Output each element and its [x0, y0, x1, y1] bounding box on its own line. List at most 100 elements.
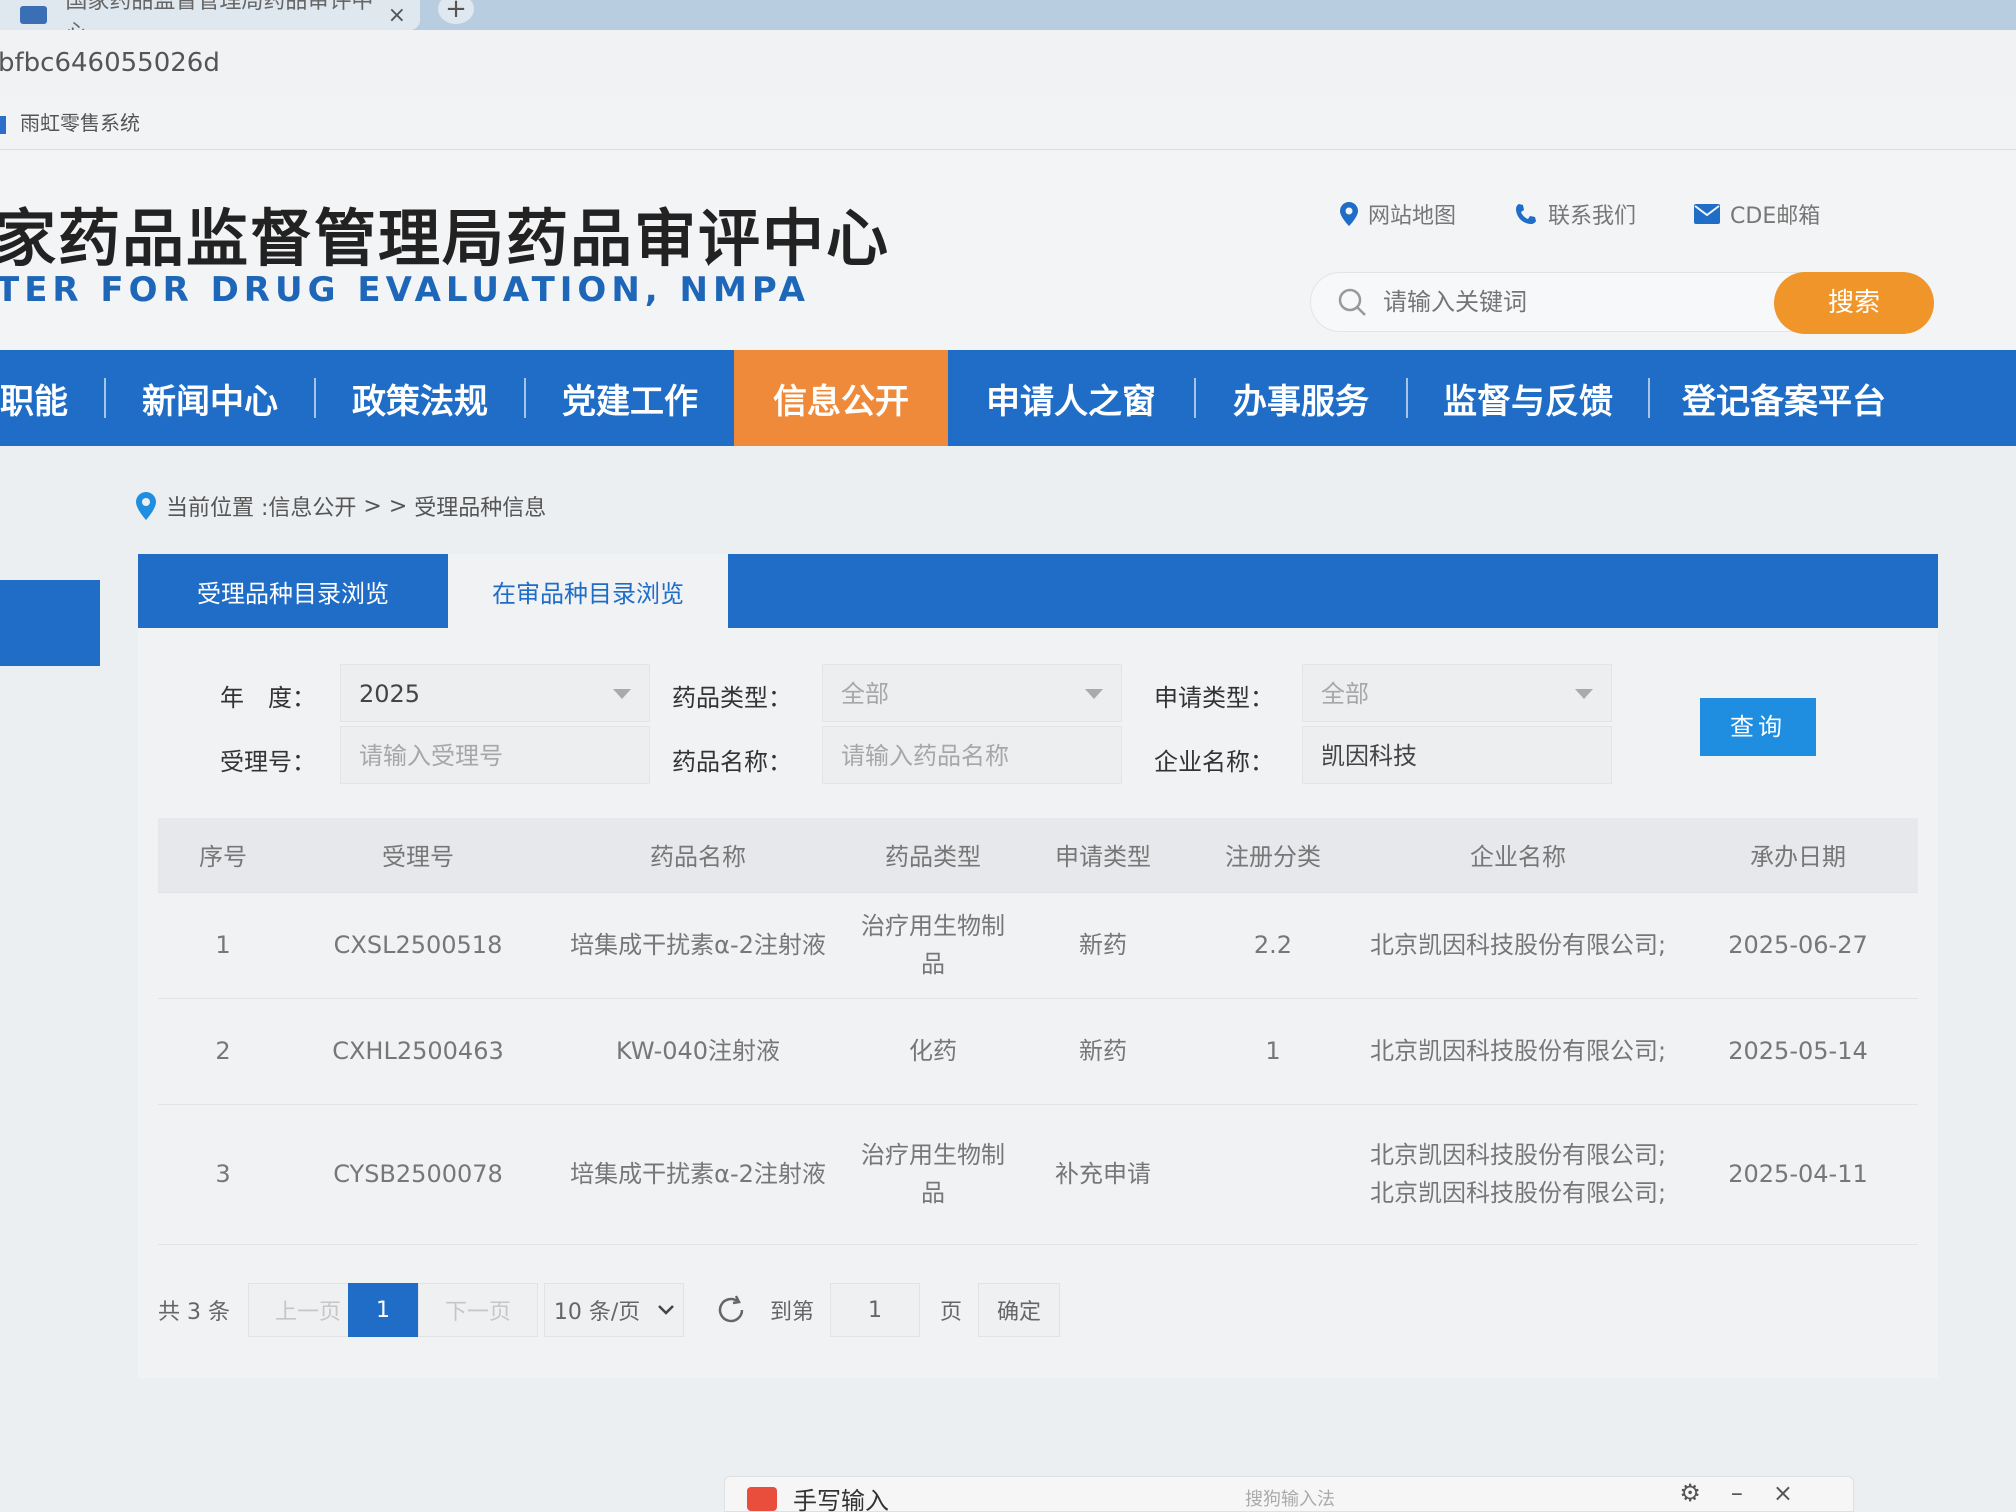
cell-company: 北京凯因科技股份有限公司;北京凯因科技股份有限公司;	[1358, 1103, 1678, 1244]
cell-reg-class: 2.2	[1188, 891, 1358, 998]
new-tab-button[interactable]: +	[438, 0, 474, 24]
breadcrumb: 当前位置 : 信息公开 > > 受理品种信息	[136, 490, 546, 522]
year-value: 2025	[359, 680, 421, 708]
site-header: 家药品监督管理局药品审评中心 TER FOR DRUG EVALUATION, …	[0, 150, 2016, 350]
nav-item-applicant[interactable]: 申请人之窗	[948, 350, 1194, 446]
bookmark-icon	[0, 115, 6, 134]
drug-name-label: 药品名称：	[672, 748, 792, 776]
cell-reg-class: 1	[1188, 997, 1358, 1104]
tab-under-review-catalog[interactable]: 在审品种目录浏览	[448, 554, 728, 628]
cell-accept-no: CXSL2500518	[288, 891, 548, 998]
column-header-apply-type: 申请类型	[1018, 818, 1188, 892]
chevron-down-icon	[613, 689, 631, 699]
browser-tab-bar: 国家药品监督管理局药品审评中心 × +	[0, 0, 2016, 46]
nav-item-feedback[interactable]: 监督与反馈	[1408, 350, 1648, 446]
cell-index: 1	[158, 891, 288, 998]
company-input[interactable]: 凯因科技	[1302, 726, 1612, 784]
goto-page-input[interactable]: 1	[830, 1283, 920, 1337]
drug-type-select[interactable]: 全部	[822, 664, 1122, 722]
favicon-icon	[20, 6, 48, 24]
content-panel: 受理品种目录浏览 在审品种目录浏览 年 度： 2025 药品类型： 全部 申请类…	[138, 554, 1938, 1378]
table-row[interactable]: 2 CXHL2500463 KW-040注射液 化药 新药 1 北京凯因科技股份…	[158, 997, 1918, 1104]
refresh-icon[interactable]	[714, 1293, 748, 1327]
cell-apply-type: 补充申请	[1018, 1103, 1188, 1244]
cell-apply-type: 新药	[1018, 997, 1188, 1104]
table-row[interactable]: 3 CYSB2500078 培集成干扰素α-2注射液 治疗用生物制品 补充申请 …	[158, 1103, 1918, 1244]
location-pin-icon	[136, 492, 156, 520]
total-count: 共 3 条	[158, 1300, 230, 1325]
cell-accept-no: CXHL2500463	[288, 997, 548, 1104]
mail-link[interactable]: CDE邮箱	[1694, 198, 1820, 230]
nav-item-info-disclosure[interactable]: 信息公开	[734, 350, 948, 446]
site-search-input[interactable]	[1383, 288, 1743, 316]
cell-drug-type: 治疗用生物制品	[848, 1103, 1018, 1244]
column-header-company: 企业名称	[1358, 818, 1678, 892]
confirm-goto-button[interactable]: 确定	[978, 1283, 1061, 1337]
browser-tab[interactable]: 国家药品监督管理局药品审评中心 ×	[0, 0, 420, 46]
bookmarks-bar: 雨虹零售系统	[0, 96, 2016, 150]
mail-icon	[1694, 204, 1721, 224]
nav-item-news[interactable]: 新闻中心	[106, 350, 314, 446]
query-button[interactable]: 查询	[1700, 698, 1816, 756]
nav-item-functions[interactable]: 职能	[0, 350, 104, 446]
pagination: 共 3 条 上一页 1 下一页 10 条/页 到第 1 页 确定	[158, 1282, 1061, 1338]
nav-item-registration[interactable]: 登记备案平台	[1650, 350, 1918, 446]
sidebar-tab[interactable]	[0, 580, 100, 666]
contact-link[interactable]: 联系我们	[1514, 198, 1636, 230]
address-text: bfbc646055026d	[0, 48, 220, 78]
year-select[interactable]: 2025	[340, 664, 650, 722]
page-unit-label: 页	[940, 1300, 963, 1325]
accept-no-input[interactable]: 请输入受理号	[340, 726, 650, 784]
nav-item-policy[interactable]: 政策法规	[316, 350, 524, 446]
phone-icon	[1516, 204, 1537, 224]
column-header-date: 承办日期	[1678, 818, 1918, 892]
mail-label: CDE邮箱	[1730, 204, 1821, 229]
apply-type-value: 全部	[1321, 680, 1369, 708]
tab-accepted-catalog[interactable]: 受理品种目录浏览	[138, 554, 448, 628]
breadcrumb-link[interactable]: 信息公开	[268, 490, 356, 522]
page-size-select[interactable]: 10 条/页	[543, 1283, 684, 1337]
top-links: 网站地图 联系我们 CDE邮箱	[1340, 198, 1878, 230]
cell-index: 2	[158, 997, 288, 1104]
ime-logo-icon	[747, 1487, 777, 1511]
apply-type-select[interactable]: 全部	[1302, 664, 1612, 722]
results-table: 序号 受理号 药品名称 药品类型 申请类型 注册分类 企业名称 承办日期 1 C…	[158, 818, 1918, 1245]
bookmark-item[interactable]: 雨虹零售系统	[20, 111, 140, 135]
search-icon	[1338, 288, 1366, 316]
table-row[interactable]: 1 CXSL2500518 培集成干扰素α-2注射液 治疗用生物制品 新药 2.…	[158, 891, 1918, 998]
cell-date: 2025-06-27	[1678, 891, 1918, 998]
cell-drug-name: 培集成干扰素α-2注射液	[548, 891, 848, 998]
nav-item-services[interactable]: 办事服务	[1196, 350, 1406, 446]
sitemap-link[interactable]: 网站地图	[1340, 198, 1456, 230]
page-size-value: 10 条/页	[553, 1300, 641, 1325]
table-header-row: 序号 受理号 药品名称 药品类型 申请类型 注册分类 企业名称 承办日期	[158, 818, 1918, 892]
year-label: 年 度：	[220, 684, 316, 712]
cell-drug-name: KW-040注射液	[548, 997, 848, 1104]
address-bar[interactable]: bfbc646055026d	[0, 30, 2016, 96]
column-header-reg-class: 注册分类	[1188, 818, 1358, 892]
cell-company: 北京凯因科技股份有限公司;	[1358, 891, 1678, 998]
tab-strip: 受理品种目录浏览 在审品种目录浏览	[138, 554, 1938, 628]
nav-item-party[interactable]: 党建工作	[526, 350, 734, 446]
search-button[interactable]: 搜索	[1774, 272, 1934, 334]
apply-type-label: 申请类型：	[1154, 684, 1274, 712]
chevron-down-icon	[658, 1305, 674, 1315]
ime-handwriting-bar[interactable]: 手写输入 搜狗输入法 ⚙–×	[724, 1476, 1854, 1512]
contact-label: 联系我们	[1548, 204, 1637, 229]
cell-index: 3	[158, 1103, 288, 1244]
column-header-drug-name: 药品名称	[548, 818, 848, 892]
location-pin-icon	[1340, 202, 1358, 226]
ime-window-controls[interactable]: ⚙–×	[1679, 1479, 1823, 1507]
cell-reg-class	[1188, 1103, 1358, 1244]
drug-name-input[interactable]: 请输入药品名称	[822, 726, 1122, 784]
site-title-en: TER FOR DRUG EVALUATION, NMPA	[0, 270, 810, 310]
main-nav: 职能 新闻中心 政策法规 党建工作 信息公开 申请人之窗 办事服务 监督与反馈 …	[0, 350, 2016, 446]
cell-date: 2025-05-14	[1678, 997, 1918, 1104]
column-header-index: 序号	[158, 818, 288, 892]
chevron-down-icon	[1575, 689, 1593, 699]
drug-type-label: 药品类型：	[672, 684, 792, 712]
close-tab-icon[interactable]: ×	[388, 3, 406, 28]
page-1-button[interactable]: 1	[347, 1283, 418, 1337]
next-page-button[interactable]: 下一页	[417, 1283, 538, 1337]
cell-company: 北京凯因科技股份有限公司;	[1358, 997, 1678, 1104]
